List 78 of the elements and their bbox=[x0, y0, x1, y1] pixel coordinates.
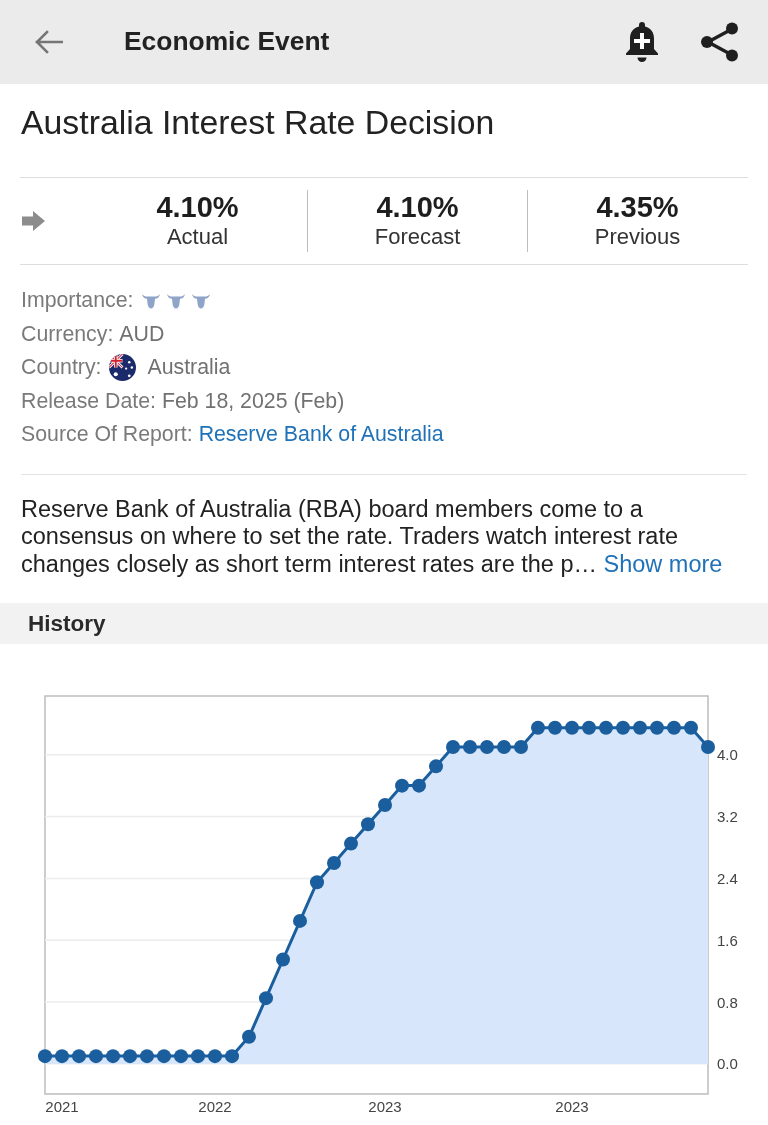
y-tick-label: 0.0 bbox=[717, 1055, 738, 1073]
data-point bbox=[701, 740, 715, 754]
detail-label: Currency: bbox=[21, 320, 114, 348]
section-title: History bbox=[28, 609, 106, 638]
data-point bbox=[276, 952, 290, 967]
data-point bbox=[412, 778, 426, 793]
y-tick-label: 2.4 bbox=[717, 869, 738, 887]
x-tick-label: 2022 bbox=[198, 1098, 232, 1115]
show-more-link[interactable]: Show more bbox=[603, 550, 723, 577]
data-point bbox=[531, 720, 545, 735]
data-point bbox=[429, 759, 443, 774]
data-point bbox=[361, 817, 375, 832]
data-point bbox=[106, 1049, 120, 1064]
x-tick-label: 2023 bbox=[555, 1098, 589, 1115]
stat-value: 4.35% bbox=[596, 191, 679, 223]
right-arrow-icon bbox=[22, 211, 45, 231]
data-point bbox=[582, 720, 596, 735]
data-point bbox=[480, 740, 494, 754]
stat-value: 4.10% bbox=[156, 191, 239, 223]
detail-value: Feb 18, 2025 (Feb) bbox=[161, 387, 345, 415]
data-point bbox=[514, 740, 528, 754]
x-tick-label: 2021 bbox=[45, 1098, 79, 1115]
data-point bbox=[191, 1049, 205, 1064]
data-point bbox=[548, 720, 562, 735]
data-point bbox=[616, 720, 630, 735]
detail-value: AUD bbox=[119, 320, 165, 348]
detail-label: Importance: bbox=[21, 287, 134, 314]
source-link[interactable]: Reserve Bank of Australia bbox=[198, 418, 444, 452]
bull-icon bbox=[141, 292, 162, 309]
bull-icon bbox=[191, 292, 212, 309]
event-title: Australia Interest Rate Decision bbox=[21, 103, 496, 141]
x-tick-label: 2023 bbox=[368, 1098, 402, 1115]
back-arrow-icon bbox=[35, 30, 63, 54]
data-point bbox=[293, 913, 307, 928]
data-point bbox=[633, 720, 647, 735]
data-point bbox=[310, 875, 324, 890]
y-tick-label: 1.6 bbox=[717, 931, 738, 949]
stat-value: 4.10% bbox=[376, 191, 459, 223]
data-point bbox=[497, 740, 511, 754]
y-tick-label: 3.2 bbox=[717, 808, 738, 826]
bull-icon bbox=[166, 292, 187, 309]
data-point bbox=[89, 1049, 103, 1064]
detail-label: Country: bbox=[21, 354, 102, 381]
data-point bbox=[55, 1049, 69, 1064]
data-point bbox=[123, 1049, 137, 1064]
stat-label: Previous bbox=[594, 222, 681, 251]
data-point bbox=[327, 855, 341, 870]
data-point bbox=[344, 836, 358, 851]
flag-icon bbox=[108, 354, 136, 382]
data-point bbox=[684, 720, 698, 735]
y-tick-label: 4.0 bbox=[717, 746, 738, 764]
data-point bbox=[667, 720, 681, 735]
share-icon bbox=[700, 22, 740, 62]
data-point bbox=[174, 1049, 188, 1064]
data-point bbox=[565, 720, 579, 735]
data-point bbox=[378, 797, 392, 812]
data-point bbox=[140, 1049, 154, 1064]
description-text: Reserve Bank of Australia (RBA) board members come to a consensus on where to set the rate. Traders watch interest rate changes closely as short term interest rates are the p… Show more bbox=[21, 495, 724, 578]
data-point bbox=[208, 1049, 222, 1064]
data-point bbox=[599, 720, 613, 735]
stat-label: Forecast bbox=[374, 222, 461, 251]
data-point bbox=[395, 778, 409, 793]
bell-plus-icon bbox=[624, 21, 660, 63]
page-title: Economic Event bbox=[124, 25, 330, 59]
data-point bbox=[259, 991, 273, 1006]
data-point bbox=[242, 1029, 256, 1044]
stat-label: Actual bbox=[166, 222, 229, 251]
data-point bbox=[72, 1049, 86, 1064]
data-point bbox=[446, 740, 460, 754]
data-point bbox=[157, 1049, 171, 1064]
detail-label: Release Date: bbox=[21, 387, 156, 415]
y-tick-label: 0.8 bbox=[717, 993, 738, 1011]
data-point bbox=[463, 740, 477, 754]
detail-value: Australia bbox=[147, 354, 231, 381]
detail-label: Source Of Report: bbox=[21, 421, 193, 448]
data-point bbox=[225, 1049, 239, 1064]
data-point bbox=[650, 720, 664, 735]
data-point bbox=[38, 1049, 52, 1064]
